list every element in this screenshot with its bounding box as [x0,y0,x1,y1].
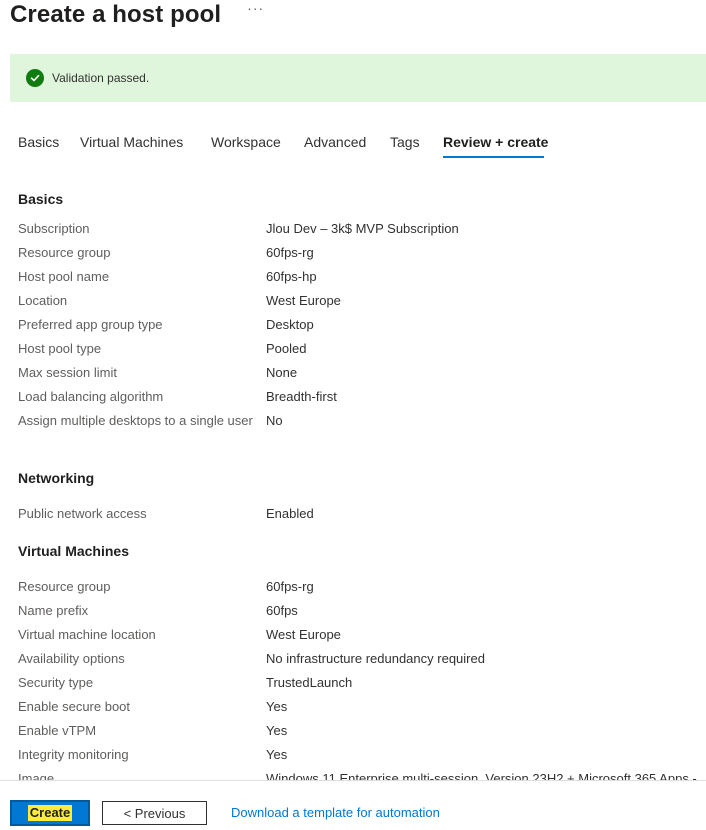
section-title-basics: Basics [18,191,64,207]
row-value: 60fps-hp [266,269,317,284]
content-area: Create a host pool ··· Validation passed… [0,0,706,780]
check-circle-icon [26,69,44,87]
row-value: 60fps-rg [266,579,314,594]
row-label: Assign multiple desktops to a single use… [18,413,253,428]
wizard-tabs: Basics Virtual Machines Workspace Advanc… [18,128,548,160]
summary-row: Availability options No infrastructure re… [18,647,706,671]
section-title-networking: Networking [18,470,95,486]
summary-row: Preferred app group type Desktop [18,313,706,337]
tab-workspace[interactable]: Workspace [211,128,304,158]
row-label: Host pool type [18,341,102,356]
summary-row: Host pool name 60fps-hp [18,265,706,289]
summary-row: Name prefix 60fps [18,599,706,623]
create-button[interactable]: Create [10,800,90,826]
row-label: Image [18,771,55,780]
row-value: West Europe [266,627,341,642]
row-value: Yes [266,699,288,714]
footer-action-bar: Create < Previous Download a template fo… [0,780,706,830]
row-label: Availability options [18,651,125,666]
tab-review-create[interactable]: Review + create [443,128,548,158]
summary-row: Image Windows 11 Enterprise multi-session… [18,767,706,780]
summary-row: Enable vTPM Yes [18,719,706,743]
summary-row: Location West Europe [18,289,706,313]
row-label: Location [18,293,68,308]
row-value: Pooled [266,341,307,356]
row-label: Enable secure boot [18,699,131,714]
row-value: Breadth-first [266,389,337,404]
summary-row: Integrity monitoring Yes [18,743,706,767]
tab-tags[interactable]: Tags [390,128,443,158]
row-label: Preferred app group type [18,317,163,332]
row-label: Integrity monitoring [18,747,129,762]
row-value: 60fps-rg [266,245,314,260]
row-label: Virtual machine location [18,627,156,642]
row-label: Resource group [18,245,111,260]
row-value: Desktop [266,317,314,332]
row-value: 60fps [266,603,298,618]
row-label: Security type [18,675,94,690]
row-label: Subscription [18,221,90,236]
summary-row: Subscription Jlou Dev – 3k$ MVP Subscript… [18,217,706,241]
summary-row: Enable secure boot Yes [18,695,706,719]
row-value: No [266,413,283,428]
row-value: TrustedLaunch [266,675,353,690]
row-value: West Europe [266,293,341,308]
summary-row: Resource group 60fps-rg [18,575,706,599]
row-label: Resource group [18,579,111,594]
row-label: Load balancing algorithm [18,389,164,404]
previous-button[interactable]: < Previous [102,801,207,825]
download-template-link[interactable]: Download a template for automation [231,805,440,820]
summary-row: Load balancing algorithm Breadth-first [18,385,706,409]
tab-basics[interactable]: Basics [18,128,80,158]
more-options-icon[interactable]: ··· [247,1,264,15]
row-value: Windows 11 Enterprise multi-session, Ver… [266,771,697,780]
row-label: Name prefix [18,603,89,618]
row-value: Jlou Dev – 3k$ MVP Subscription [266,221,459,236]
row-value: None [266,365,298,380]
validation-message: Validation passed. [52,71,150,85]
summary-row: Security type TrustedLaunch [18,671,706,695]
create-button-label: Create [27,805,73,821]
summary-row: Host pool type Pooled [18,337,706,361]
title-row: Create a host pool ··· [10,0,264,30]
row-value: Enabled [266,506,314,521]
row-label: Max session limit [18,365,117,380]
summary-row: Public network access Enabled [18,502,706,526]
section-title-virtual-machines: Virtual Machines [18,543,130,559]
row-value: Yes [266,723,288,738]
summary-row: Assign multiple desktops to a single use… [18,409,706,433]
page-title: Create a host pool [10,1,222,28]
tab-virtual-machines[interactable]: Virtual Machines [80,128,211,158]
row-value: No infrastructure redundancy required [266,651,485,666]
summary-row: Max session limit None [18,361,706,385]
row-value: Yes [266,747,288,762]
row-label: Host pool name [18,269,110,284]
row-label: Enable vTPM [18,723,97,738]
row-label: Public network access [18,506,147,521]
summary-row: Resource group 60fps-rg [18,241,706,265]
validation-banner: Validation passed. [10,54,706,102]
tab-advanced[interactable]: Advanced [304,128,390,158]
summary-row: Virtual machine location West Europe [18,623,706,647]
